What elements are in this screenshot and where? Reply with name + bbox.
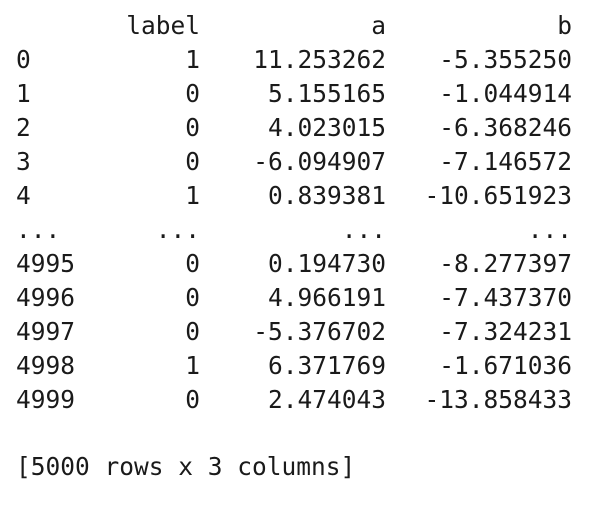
row-index: 3 [16,146,31,176]
table-row: 1 0 5.155165 -1.044914 [16,76,572,110]
cell-b: -1.671036 [439,350,572,380]
header-row: label a b [16,8,572,42]
cell-label-ellipsis: ... [155,214,200,244]
cell-b: -1.044914 [439,78,572,108]
cell-a: 4.966191 [267,282,386,312]
cell-b-ellipsis: ... [527,214,572,244]
cell-a: 2.474043 [267,384,386,414]
cell-a: 4.023015 [267,112,386,142]
cell-label: 0 [185,112,200,142]
cell-a: 0.839381 [267,180,386,210]
table-row: 3 0 -6.094907 -7.146572 [16,144,572,178]
cell-b: -13.858433 [424,384,572,414]
ellipsis-row: ... ... ... ... [16,212,572,246]
row-index: 4999 [16,384,76,414]
table-row: 2 0 4.023015 -6.368246 [16,110,572,144]
row-index: 1 [16,78,31,108]
cell-a: -5.376702 [253,316,386,346]
row-index: 4995 [16,248,76,278]
shape-summary: [5000 rows x 3 columns] [16,452,356,481]
cell-label: 0 [185,282,200,312]
cell-b: -7.324231 [439,316,572,346]
cell-label: 0 [185,248,200,278]
cell-a: 5.155165 [267,78,386,108]
cell-b: -8.277397 [439,248,572,278]
index-header [16,8,112,42]
cell-label: 0 [185,384,200,414]
table-row: 4998 1 6.371769 -1.671036 [16,348,572,382]
cell-b: -10.651923 [424,180,572,210]
cell-a: -6.094907 [253,146,386,176]
row-index: 4996 [16,282,76,312]
table-row: 4997 0 -5.376702 -7.324231 [16,314,572,348]
cell-b: -5.355250 [439,44,572,74]
cell-label: 0 [185,78,200,108]
row-index: 4998 [16,350,76,380]
row-index: 4 [16,180,31,210]
cell-label: 1 [185,180,200,210]
cell-b: -7.437370 [439,282,572,312]
cell-a-ellipsis: ... [341,214,386,244]
row-index: 2 [16,112,31,142]
row-index-ellipsis: ... [16,214,61,244]
table-row: 4 1 0.839381 -10.651923 [16,178,572,212]
cell-label: 1 [185,350,200,380]
table-row: 4995 0 0.194730 -8.277397 [16,246,572,280]
cell-label: 0 [185,316,200,346]
column-header-label: label [126,10,200,40]
table-body: 0 1 11.253262 -5.355250 1 0 5.155165 -1.… [16,42,572,416]
cell-a: 11.253262 [253,44,386,74]
cell-b: -7.146572 [439,146,572,176]
table-row: 4999 0 2.474043 -13.858433 [16,382,572,416]
cell-b: -6.368246 [439,112,572,142]
table-row: 4996 0 4.966191 -7.437370 [16,280,572,314]
cell-label: 1 [185,44,200,74]
column-header-b: b [557,10,572,40]
dataframe-table: label a b 0 1 11.253262 -5.355250 1 0 5.… [16,8,572,416]
cell-a: 0.194730 [267,248,386,278]
cell-label: 0 [185,146,200,176]
row-index: 0 [16,44,31,74]
dataframe-output: label a b 0 1 11.253262 -5.355250 1 0 5.… [16,8,572,484]
cell-a: 6.371769 [267,350,386,380]
column-header-a: a [371,10,386,40]
row-index: 4997 [16,316,76,346]
table-row: 0 1 11.253262 -5.355250 [16,42,572,76]
